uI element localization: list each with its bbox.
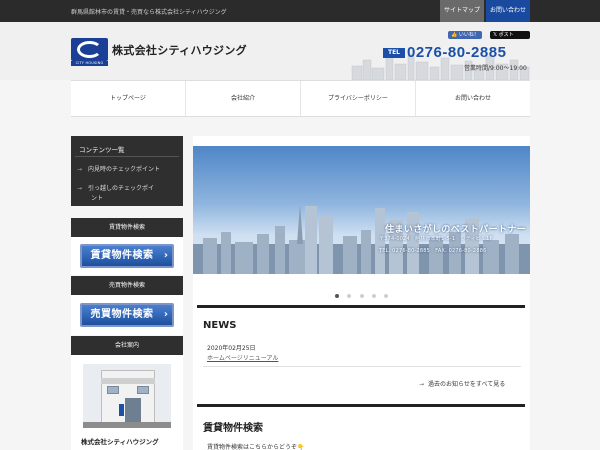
- site-tagline: 群馬県館林市の賃貸・売買なら株式会社シティハウジング: [71, 9, 227, 16]
- global-nav: トップページ 会社紹介 プライバシーポリシー お問い合わせ: [71, 80, 530, 117]
- news-item-link[interactable]: ホームページリニューアル: [207, 353, 278, 362]
- top-contact-link[interactable]: お問い合わせ: [486, 0, 530, 22]
- x-logo-icon: 𝕏: [493, 32, 498, 38]
- rental-section-body: 賃貸物件検索 ›: [71, 237, 183, 275]
- main-content: 住まいさがしのベストパートナー 〒374-0024 館林市本町1-5-1 シティ…: [193, 136, 530, 450]
- nav-contact[interactable]: お問い合わせ: [415, 81, 530, 116]
- site-header: CITY HOUSING 株式会社シティハウジング 👍 いいね！ 𝕏 ポスト T…: [0, 22, 600, 80]
- sale-search-button[interactable]: 売買物件検索 ›: [80, 303, 174, 327]
- top-bar: 群馬県館林市の賃貸・売買なら株式会社シティハウジング サイトマップ お問い合わせ: [0, 0, 600, 22]
- contents-menu: コンテンツ一覧 → 内見時のチェックポイント → 引っ越しのチェックポイ ント: [71, 136, 183, 206]
- slide-dot-1[interactable]: [335, 294, 340, 298]
- rental-search-button[interactable]: 賃貸物件検索 ›: [80, 244, 174, 268]
- sidebar-company-name: 株式会社シティハウジング: [81, 438, 159, 446]
- slide-dot-2[interactable]: [347, 294, 352, 298]
- news-archive-link[interactable]: → 過去のお知らせをすべて見る: [419, 379, 505, 388]
- nav-privacy[interactable]: プライバシーポリシー: [300, 81, 415, 116]
- hero-slider: 住まいさがしのベストパートナー 〒374-0024 館林市本町1-5-1 シティ…: [193, 146, 530, 274]
- sale-section-header: 売買物件検索: [71, 276, 183, 295]
- hero-address: 〒374-0024 館林市本町1-5-1 シティビル1F: [379, 236, 493, 242]
- business-hours: 営業時間/9:00〜19:00: [464, 65, 527, 72]
- sidebar-item-viewing-checkpoints[interactable]: → 内見時のチェックポイント: [77, 164, 160, 173]
- slide-dot-3[interactable]: [359, 294, 364, 298]
- sitemap-link[interactable]: サイトマップ: [440, 0, 484, 22]
- slide-dot-5[interactable]: [383, 294, 388, 298]
- slider-pagination: [193, 292, 530, 300]
- sidebar-item-moving-checkpoints[interactable]: → 引っ越しのチェックポイ ント: [77, 183, 154, 202]
- news-heading: NEWS: [203, 320, 237, 331]
- section-rule: [197, 305, 525, 308]
- facebook-like-button[interactable]: 👍 いいね！: [448, 31, 482, 39]
- arrow-right-icon: →: [419, 381, 425, 388]
- divider: [75, 156, 179, 157]
- section-rule: [197, 404, 525, 407]
- rental-section-header: 賃貸物件検索: [71, 218, 183, 237]
- company-name[interactable]: 株式会社シティハウジング: [112, 42, 247, 58]
- company-logo[interactable]: CITY HOUSING: [71, 38, 108, 66]
- chevron-right-icon: ›: [163, 309, 168, 320]
- rental-search-heading: 賃貸物件検索: [203, 423, 263, 434]
- arrow-right-icon: →: [77, 166, 83, 173]
- thumbs-up-icon: 👍: [451, 32, 458, 38]
- company-section-header: 会社案内: [71, 336, 183, 355]
- news-date: 2020年02月25日: [207, 345, 256, 352]
- tel-number[interactable]: 0276-80-2885: [407, 44, 506, 61]
- sale-section-body: 売買物件検索 ›: [71, 295, 183, 335]
- nav-top[interactable]: トップページ: [71, 81, 185, 116]
- nav-company[interactable]: 会社紹介: [185, 81, 300, 116]
- divider: [203, 366, 521, 367]
- hero-tel-fax: TEL. 0276-80-2885 FAX. 0276-80-2886: [379, 248, 487, 254]
- hero-catchcopy: 住まいさがしのベストパートナー: [385, 225, 527, 235]
- tel-label: TEL: [383, 48, 405, 58]
- x-post-button[interactable]: 𝕏 ポスト: [490, 31, 530, 39]
- logo-ribbon: CITY HOUSING: [71, 61, 108, 66]
- city-skyline-image: [193, 204, 530, 274]
- contents-title: コンテンツ一覧: [79, 146, 125, 154]
- office-photo: [83, 364, 171, 428]
- arrow-right-icon: →: [77, 185, 83, 192]
- slide-dot-4[interactable]: [371, 294, 376, 298]
- logo-mark: [71, 38, 108, 61]
- chevron-right-icon: ›: [163, 250, 168, 261]
- rental-search-description: 賃貸物件検索はこちらからどうぞ👇: [207, 444, 305, 450]
